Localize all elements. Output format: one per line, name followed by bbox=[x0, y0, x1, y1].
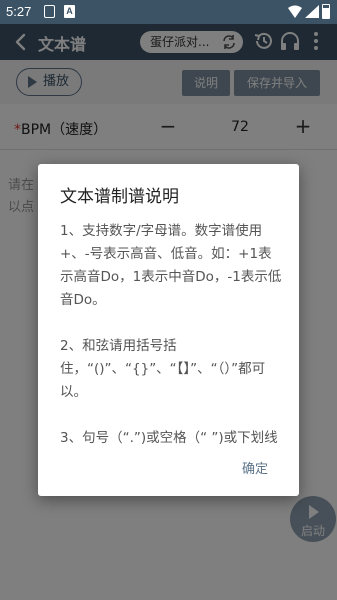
instructions-dialog: 文本谱制谱说明 1、支持数字/字母谱。数字谱使用+、-号表示高音、低音。如：+1… bbox=[38, 164, 299, 496]
status-time: 5:27 bbox=[6, 4, 32, 19]
a-notification-icon: A bbox=[64, 5, 75, 18]
wifi-icon bbox=[288, 5, 302, 18]
battery-icon bbox=[322, 4, 330, 19]
s-notification-icon bbox=[44, 5, 55, 18]
dialog-paragraph: 1、支持数字/字母谱。数字谱使用+、-号表示高音、低音。如：+1表示高音Do，1… bbox=[60, 223, 282, 308]
confirm-button[interactable]: 确定 bbox=[242, 458, 268, 477]
dialog-title: 文本谱制谱说明 bbox=[60, 187, 179, 207]
status-bar: 5:27 A bbox=[0, 0, 337, 24]
dialog-paragraph: 3、句号（“.”)或空格（“ ”)或下划线（“_”）表示停留时长。 bbox=[60, 430, 278, 444]
dialog-paragraph: 2、和弦请用括号括住，“()”、“{}”、“【】”、“（）”都可以。 bbox=[60, 338, 266, 400]
dialog-body[interactable]: 1、支持数字/字母谱。数字谱使用+、-号表示高音、低音。如：+1表示高音Do，1… bbox=[60, 220, 282, 444]
signal-icon bbox=[305, 5, 319, 18]
